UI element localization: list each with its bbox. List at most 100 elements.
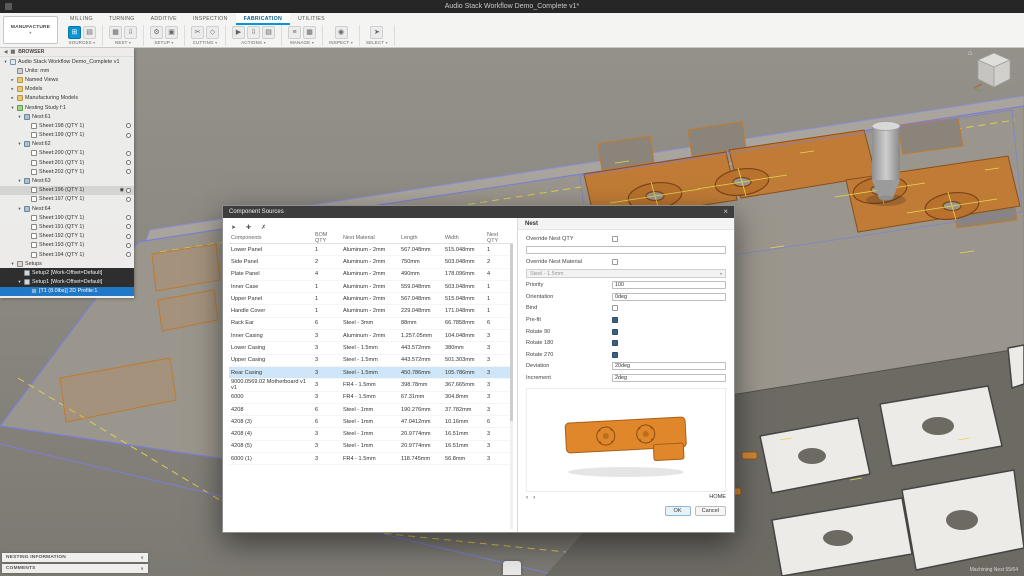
view-cube-graphic[interactable] bbox=[970, 50, 1016, 92]
browser-item[interactable]: Sheet:193 (QTY 1) bbox=[0, 241, 134, 250]
browser-item[interactable]: Sheet:192 (QTY 1) bbox=[0, 232, 134, 241]
browser-item[interactable]: Sheet:194 (QTY 1) bbox=[0, 250, 134, 259]
table-row[interactable]: 4208 (3)6Steel - 1mm47.0412mm10.16mm6 bbox=[229, 416, 513, 428]
browser-item[interactable]: ▾Setup1 [Work-Offset=Default] bbox=[0, 278, 134, 287]
browser-item[interactable]: ▾Nest:62 bbox=[0, 140, 134, 149]
component-sources-icon[interactable]: ⊞ bbox=[68, 26, 81, 39]
nesting-information-panel[interactable]: NESTING INFORMATION ∨ bbox=[2, 553, 148, 562]
sheet-radio-icon[interactable] bbox=[126, 188, 131, 193]
sheet-radio-icon[interactable] bbox=[126, 234, 131, 239]
simulate-icon[interactable]: ▶ bbox=[232, 26, 245, 39]
table-row[interactable]: 60003FR4 - 1.5mm67.31mm304.8mm3 bbox=[229, 392, 513, 404]
browser-item[interactable]: ▾Nest:61 bbox=[0, 112, 134, 121]
expand-arrow-icon[interactable]: ▸ bbox=[10, 86, 15, 92]
toolbar-group-label[interactable]: CUTTING ▾ bbox=[193, 40, 218, 45]
expand-arrow-icon[interactable]: ▾ bbox=[17, 279, 22, 285]
tab-turning[interactable]: TURNING bbox=[101, 13, 143, 25]
dialog-titlebar[interactable]: Component Sources × bbox=[223, 206, 734, 218]
browser-item[interactable]: Sheet:196 (QTY 1)◉ bbox=[0, 186, 134, 195]
table-row[interactable]: Upper Casing3Steel - 1.5mm443.572mm501.3… bbox=[229, 355, 513, 367]
browser-item[interactable]: Sheet:198 (QTY 1) bbox=[0, 121, 134, 130]
browser-item[interactable]: ▾Nest:64 bbox=[0, 204, 134, 213]
browser-item[interactable]: ▸Models bbox=[0, 85, 134, 94]
select-components-icon[interactable]: ➤ bbox=[229, 223, 238, 232]
table-row[interactable]: Rack Ear6Steel - 3mm88mm66.7858mm6 bbox=[229, 318, 513, 330]
table-row[interactable]: Upper Panel1Aluminum - 2mm567.048mm515.0… bbox=[229, 293, 513, 305]
tab-utilities[interactable]: UTILITIES bbox=[290, 13, 333, 25]
setup-sheet-icon[interactable]: ▤ bbox=[262, 26, 275, 39]
table-scrollbar[interactable] bbox=[510, 244, 513, 529]
toolbar-group-label[interactable]: MANAGE ▾ bbox=[290, 40, 314, 45]
browser-item[interactable]: Sheet:197 (QTY 1) bbox=[0, 195, 134, 204]
expand-arrow-icon[interactable]: ▸ bbox=[10, 95, 15, 101]
rotate-90-checkbox[interactable] bbox=[612, 329, 618, 335]
tab-inspection[interactable]: INSPECTION bbox=[185, 13, 236, 25]
extract-nest-icon[interactable]: ⇩ bbox=[124, 26, 137, 39]
browser-item[interactable]: Sheet:202 (QTY 1) bbox=[0, 167, 134, 176]
column-header[interactable]: Width bbox=[443, 235, 485, 241]
column-header[interactable]: Length bbox=[399, 235, 443, 241]
next-part-icon[interactable]: › bbox=[533, 494, 535, 501]
workspace-switcher[interactable]: MANUFACTURE ▾ bbox=[3, 16, 58, 44]
table-row[interactable]: Inner Case1Aluminum - 2mm559.048mm503.04… bbox=[229, 281, 513, 293]
browser-item[interactable]: Sheet:191 (QTY 1) bbox=[0, 222, 134, 231]
browser-item[interactable]: ▾Nest:63 bbox=[0, 176, 134, 185]
toolbar-group-label[interactable]: SETUP ▾ bbox=[154, 40, 173, 45]
table-row[interactable]: 9000.0569.02 Motherboard v1 v13FR4 - 1.5… bbox=[229, 379, 513, 391]
tab-additive[interactable]: ADDITIVE bbox=[143, 13, 185, 25]
new-setup-icon[interactable]: ⚙ bbox=[150, 26, 163, 39]
table-row[interactable]: Lower Casing3Steel - 1.5mm443.572mm380mm… bbox=[229, 342, 513, 354]
toolbar-group-label[interactable]: SOURCES ▾ bbox=[69, 40, 96, 45]
collapse-browser-icon[interactable]: ◀ bbox=[4, 49, 7, 55]
toolbar-group-label[interactable]: ACTIONS ▾ bbox=[241, 40, 266, 45]
view-cube[interactable]: ⌂ bbox=[970, 50, 1018, 92]
table-row[interactable]: 4208 (5)3Steel - 1mm20.9774mm16.51mm3 bbox=[229, 441, 513, 453]
browser-item[interactable]: Setup2 [Work-Offset=Default] bbox=[0, 268, 134, 277]
sheet-sources-icon[interactable]: ▤ bbox=[83, 26, 96, 39]
browser-item[interactable]: Sheet:199 (QTY 1) bbox=[0, 131, 134, 140]
expand-arrow-icon[interactable]: ▾ bbox=[10, 261, 15, 267]
browser-item[interactable]: ▸Manufacturing Models bbox=[0, 94, 134, 103]
expand-arrow-icon[interactable]: ▾ bbox=[17, 178, 22, 184]
browser-item[interactable]: ▾Nesting Study f:1 bbox=[0, 103, 134, 112]
expand-arrow-icon[interactable]: ▾ bbox=[10, 105, 15, 111]
table-row[interactable]: Plate Panel4Aluminum - 2mm490mm178.096mm… bbox=[229, 269, 513, 281]
deviation-input[interactable] bbox=[612, 362, 726, 370]
table-row[interactable]: Handle Cover1Aluminum - 2mm229.048mm171.… bbox=[229, 305, 513, 317]
cutting-extra-icon[interactable]: ◇ bbox=[206, 26, 219, 39]
setup-folder-icon[interactable]: ▣ bbox=[165, 26, 178, 39]
2d-profile-icon[interactable]: ✂ bbox=[191, 26, 204, 39]
table-row[interactable]: Lower Panel1Aluminum - 2mm567.048mm515.0… bbox=[229, 244, 513, 256]
browser-item[interactable]: ▾Audio Stack Workflow Demo_Complete v1 bbox=[0, 57, 134, 66]
table-row[interactable]: 42086Steel - 1mm190.276mm37.782mm3 bbox=[229, 404, 513, 416]
sheet-radio-icon[interactable] bbox=[126, 151, 131, 156]
sheet-radio-icon[interactable] bbox=[126, 215, 131, 220]
table-row[interactable]: Side Panel2Aluminum - 2mm750mm503.048mm2 bbox=[229, 256, 513, 268]
material-select[interactable]: Steel - 1.5mm▾ bbox=[526, 269, 726, 278]
column-header[interactable]: BOM QTY bbox=[313, 232, 341, 244]
close-icon[interactable]: × bbox=[723, 207, 728, 217]
override-nest-qty-checkbox[interactable] bbox=[612, 236, 618, 242]
priority-input[interactable] bbox=[612, 281, 726, 289]
ok-button[interactable]: OK bbox=[665, 506, 691, 516]
comments-panel[interactable]: COMMENTS ∨ bbox=[2, 564, 148, 573]
browser-item[interactable]: Sheet:201 (QTY 1) bbox=[0, 158, 134, 167]
bind-checkbox[interactable] bbox=[612, 305, 618, 311]
expand-arrow-icon[interactable]: ▸ bbox=[10, 77, 15, 83]
column-header[interactable]: Nest QTY bbox=[485, 232, 511, 244]
override-nest-material-checkbox[interactable] bbox=[612, 259, 618, 265]
browser-item[interactable]: Units: mm bbox=[0, 66, 134, 75]
delete-component-icon[interactable]: ✗ bbox=[259, 223, 268, 232]
pre-fit-checkbox[interactable] bbox=[612, 317, 618, 323]
home-icon[interactable]: ⌂ bbox=[968, 50, 972, 57]
toolbar-group-label[interactable]: INSPECT ▾ bbox=[329, 40, 353, 45]
measure-icon[interactable]: ◉ bbox=[335, 26, 348, 39]
browser-item[interactable]: ▾Setups bbox=[0, 259, 134, 268]
sheet-radio-icon[interactable] bbox=[126, 224, 131, 229]
expand-arrow-icon[interactable]: ▾ bbox=[3, 59, 8, 65]
browser-item[interactable]: Sheet:190 (QTY 1) bbox=[0, 213, 134, 222]
sheet-radio-icon[interactable] bbox=[126, 169, 131, 174]
tab-milling[interactable]: MILLING bbox=[62, 13, 101, 25]
expand-arrow-icon[interactable]: ▾ bbox=[17, 141, 22, 147]
post-process-icon[interactable]: ⇩ bbox=[247, 26, 260, 39]
